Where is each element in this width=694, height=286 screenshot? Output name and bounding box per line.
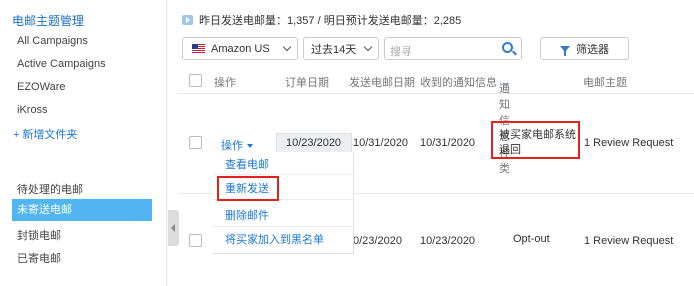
sidebar-item-sent-mail[interactable]: 已寄电邮 [17, 250, 61, 266]
play-icon [182, 15, 193, 25]
sidebar-item-unsent-mail[interactable]: 未寄送电邮 [12, 199, 152, 221]
sort-up-icon[interactable]: ↑ [501, 80, 507, 92]
highlight-box-resend [217, 176, 279, 201]
info-bar: 昨日发送电邮量：1,357 / 明日预计发送电邮量：2,285 [182, 12, 461, 28]
header-order-date[interactable]: 订单日期 [285, 74, 329, 90]
new-folder-label: 新增文件夹 [22, 129, 78, 141]
filter-button[interactable]: 筛选器 [540, 37, 629, 60]
received-date-cell: 10/23/2020 [420, 235, 476, 247]
marketplace-select[interactable]: Amazon US [182, 37, 298, 60]
date-range-select[interactable]: 过去14天 [303, 37, 379, 60]
select-all-checkbox[interactable] [189, 74, 202, 87]
highlight-box-notification [491, 121, 580, 159]
marketplace-label: Amazon US [211, 42, 270, 55]
search-placeholder: 搜寻 [390, 46, 412, 58]
date-range-label: 过去14天 [311, 43, 357, 56]
chevron-down-icon [363, 42, 373, 52]
menu-item-view-mail[interactable]: 查看电邮 [225, 156, 269, 172]
menu-item-delete-mail[interactable]: 删除邮件 [225, 207, 269, 223]
header-subject[interactable]: 电邮主题 [583, 74, 627, 90]
sidebar-title: 电邮主题管理 [12, 14, 85, 28]
sidebar-item-ezoware[interactable]: EZOWare [17, 81, 66, 93]
row-checkbox[interactable] [189, 136, 202, 149]
row-checkbox[interactable] [189, 234, 202, 247]
info-bar-text: 昨日发送电邮量：1,357 / 明日预计发送电邮量：2,285 [199, 15, 462, 27]
sidebar-item-ikross[interactable]: iKross [17, 104, 48, 116]
filter-label: 筛选器 [576, 43, 609, 56]
action-menu: 查看电邮 重新发送 删除邮件 将买家加入到黑名单 [213, 152, 354, 254]
sidebar-item-active-campaigns[interactable]: Active Campaigns [17, 58, 106, 70]
sidebar-item-pending-mail[interactable]: 待处理的电邮 [17, 181, 83, 197]
caret-down-icon [247, 144, 253, 149]
sidebar-item-all-campaigns[interactable]: All Campaigns [17, 35, 88, 47]
header-send-date[interactable]: 发送电邮日期 [349, 74, 415, 90]
row-action-dropdown[interactable]: 操作 [221, 137, 253, 153]
plus-icon: + [13, 129, 20, 141]
send-date-cell: 10/31/2020 [353, 137, 409, 149]
menu-divider [213, 174, 354, 175]
header-action: 操作 [214, 77, 236, 89]
row-action-label: 操作 [221, 140, 243, 152]
menu-divider [213, 226, 354, 227]
search-icon[interactable] [502, 42, 513, 53]
search-input[interactable]: 搜寻 [384, 37, 522, 60]
order-date-cell: 10/23/2020 [276, 133, 352, 153]
notification-type-cell: Opt-out [513, 233, 550, 245]
received-date-cell: 10/31/2020 [420, 137, 476, 149]
order-date-cell: 0/23/2020 [353, 235, 402, 247]
chevron-down-icon [282, 42, 292, 52]
sidebar-item-blocked-mail[interactable]: 封锁电邮 [17, 227, 61, 243]
table-header: 操作 订单日期 发送电邮日期 收到的通知信息 通知信息种类 ↑ 电邮主题 [178, 68, 694, 175]
header-received-info[interactable]: 收到的通知信息 [420, 74, 497, 90]
sidebar: 电邮主题管理 All Campaigns Active Campaigns EZ… [0, 0, 166, 286]
filter-icon [560, 45, 570, 56]
subject-cell: 1 Review Request [584, 137, 674, 149]
sidebar-collapse-handle[interactable] [168, 210, 179, 246]
new-folder-link[interactable]: + 新增文件夹 [13, 126, 77, 142]
sidebar-divider [166, 0, 167, 286]
us-flag-icon [192, 44, 205, 53]
menu-item-blacklist-buyer[interactable]: 将买家加入到黑名单 [225, 231, 324, 247]
subject-cell: 1 Review Request [584, 235, 674, 247]
